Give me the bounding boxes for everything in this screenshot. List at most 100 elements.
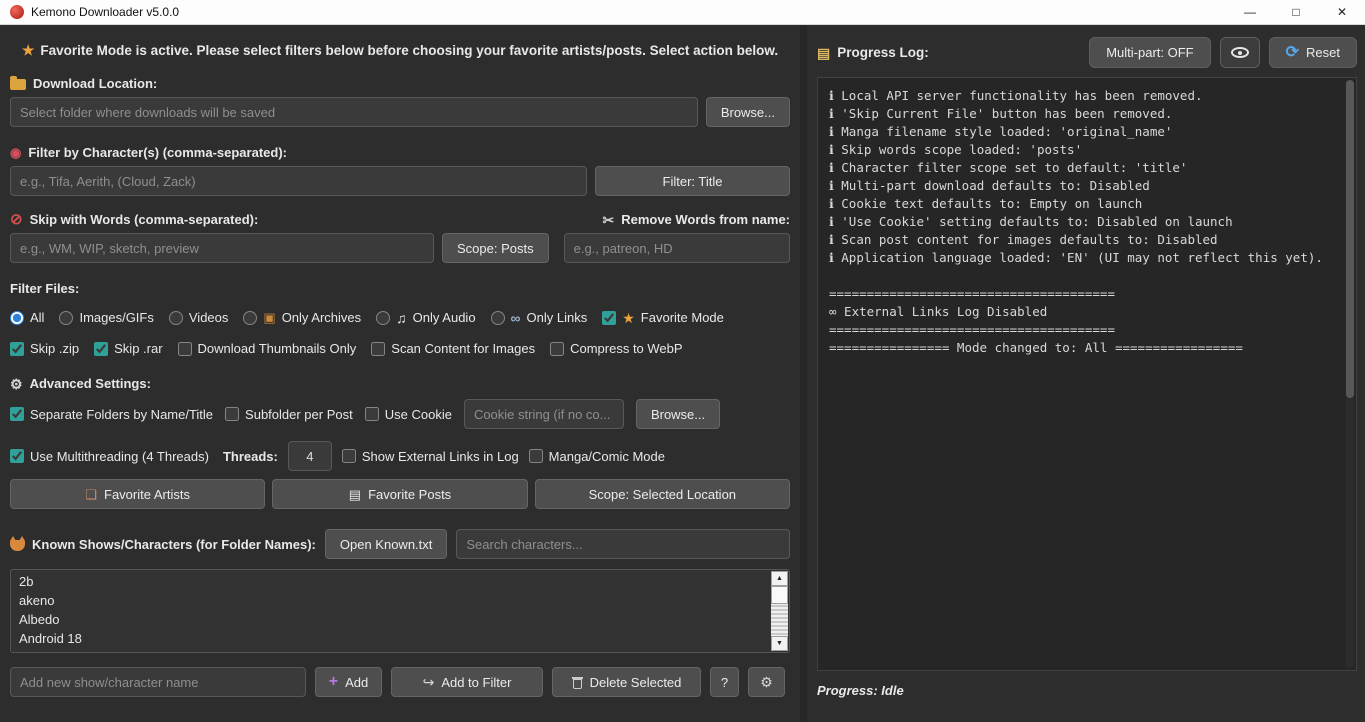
manga-mode-checkbox[interactable]: Manga/Comic Mode: [529, 449, 665, 464]
character-filter-label: ◉ Filter by Character(s) (comma-separate…: [10, 145, 790, 160]
favorite-posts-button[interactable]: ▤ Favorite Posts: [272, 479, 527, 509]
radio-images-gifs[interactable]: Images/GIFs: [59, 310, 153, 325]
download-location-input[interactable]: [10, 97, 698, 127]
subfolder-per-post-checkbox[interactable]: Subfolder per Post: [225, 407, 353, 422]
maximize-button[interactable]: □: [1273, 0, 1319, 24]
list-item[interactable]: 2b: [11, 572, 789, 591]
document-icon: ▤: [349, 488, 361, 501]
favorite-mode-checkbox-input[interactable]: [602, 311, 616, 325]
compress-webp-input[interactable]: [550, 342, 564, 356]
scan-content-input[interactable]: [371, 342, 385, 356]
radio-all[interactable]: All: [10, 310, 44, 325]
advanced-row-1: Separate Folders by Name/Title Subfolder…: [10, 399, 790, 429]
skip-rar-input[interactable]: [94, 342, 108, 356]
skip-zip-input[interactable]: [10, 342, 24, 356]
settings-button[interactable]: ⚙: [748, 667, 785, 697]
scroll-up-button[interactable]: ▲: [771, 571, 788, 586]
fox-icon: [10, 540, 25, 551]
list-item[interactable]: akeno: [11, 591, 789, 610]
eye-toggle-button[interactable]: [1220, 37, 1260, 68]
help-button[interactable]: ?: [710, 667, 739, 697]
character-filter-input[interactable]: [10, 166, 587, 196]
minimize-button[interactable]: —: [1227, 0, 1273, 24]
scroll-down-button[interactable]: ▼: [771, 636, 788, 651]
scope-selected-location-button[interactable]: Scope: Selected Location: [535, 479, 790, 509]
show-external-links-input[interactable]: [342, 449, 356, 463]
trash-icon: [572, 676, 583, 689]
remove-words-label: ✂ Remove Words from name:: [602, 212, 790, 227]
skip-scope-button[interactable]: Scope: Posts: [442, 233, 549, 263]
radio-videos-input[interactable]: [169, 311, 183, 325]
list-scrollbar[interactable]: ▲ ▼: [771, 571, 788, 651]
list-item[interactable]: Android 21: [11, 648, 789, 653]
radio-videos[interactable]: Videos: [169, 310, 229, 325]
remove-words-input[interactable]: [564, 233, 790, 263]
log-line: ======================================: [829, 322, 1334, 340]
manga-mode-input[interactable]: [529, 449, 543, 463]
download-location-label: Download Location:: [10, 76, 790, 91]
add-to-filter-button[interactable]: ↪ Add to Filter: [391, 667, 543, 697]
download-browse-button[interactable]: Browse...: [706, 97, 790, 127]
multithreading-input[interactable]: [10, 449, 24, 463]
log-scrollbar-thumb[interactable]: [1346, 80, 1354, 398]
subfolder-per-post-input[interactable]: [225, 407, 239, 421]
banner-text: Favorite Mode is active. Please select f…: [40, 43, 778, 58]
log-line: ℹ Cookie text defaults to: Empty on laun…: [829, 196, 1334, 214]
log-line: ℹ Manga filename style loaded: 'original…: [829, 124, 1334, 142]
use-cookie-input[interactable]: [365, 407, 379, 421]
radio-audio-input[interactable]: [376, 311, 390, 325]
delete-selected-button[interactable]: Delete Selected: [552, 667, 701, 697]
compress-webp-checkbox[interactable]: Compress to WebP: [550, 341, 682, 356]
close-button[interactable]: ✕: [1319, 0, 1365, 24]
panel-splitter[interactable]: [800, 25, 807, 722]
separate-folders-input[interactable]: [10, 407, 24, 421]
action-buttons-row: ❏ Favorite Artists ▤ Favorite Posts Scop…: [10, 479, 790, 509]
skip-words-input[interactable]: [10, 233, 434, 263]
radio-only-links[interactable]: ∞ Only Links: [491, 310, 588, 325]
known-characters-list: 2b akeno Albedo Android 18 Android 21 ▲ …: [10, 569, 790, 653]
skip-zip-checkbox[interactable]: Skip .zip: [10, 341, 79, 356]
no-entry-icon: ⊘: [10, 212, 23, 227]
radio-all-input[interactable]: [10, 311, 24, 325]
progress-log-title: ▤ Progress Log:: [817, 45, 929, 60]
multithreading-checkbox[interactable]: Use Multithreading (4 Threads): [10, 449, 209, 464]
threads-count-input[interactable]: [288, 441, 332, 471]
log-line: [829, 268, 1334, 286]
known-shows-row: Known Shows/Characters (for Folder Names…: [10, 529, 790, 559]
reset-button[interactable]: ⟳ Reset: [1269, 37, 1357, 68]
list-item[interactable]: Android 18: [11, 629, 789, 648]
log-scrollbar[interactable]: [1346, 80, 1354, 668]
favorite-mode-checkbox[interactable]: ★ Favorite Mode: [602, 310, 724, 325]
cookie-browse-button[interactable]: Browse...: [636, 399, 720, 429]
multipart-toggle-button[interactable]: Multi-part: OFF: [1089, 37, 1210, 68]
log-line: ℹ Skip words scope loaded: 'posts': [829, 142, 1334, 160]
scan-content-checkbox[interactable]: Scan Content for Images: [371, 341, 535, 356]
use-cookie-checkbox[interactable]: Use Cookie: [365, 407, 452, 422]
radio-links-input[interactable]: [491, 311, 505, 325]
scrollbar-thumb[interactable]: [771, 586, 788, 604]
radio-only-audio[interactable]: ♫ Only Audio: [376, 310, 475, 325]
radio-images-input[interactable]: [59, 311, 73, 325]
separate-folders-checkbox[interactable]: Separate Folders by Name/Title: [10, 407, 213, 422]
cookie-string-input[interactable]: [464, 399, 624, 429]
skip-rar-checkbox[interactable]: Skip .rar: [94, 341, 162, 356]
show-external-links-checkbox[interactable]: Show External Links in Log: [342, 449, 519, 464]
thumbnails-only-checkbox[interactable]: Download Thumbnails Only: [178, 341, 357, 356]
radio-only-archives[interactable]: ▣ Only Archives: [243, 310, 361, 325]
log-line: ℹ 'Use Cookie' setting defaults to: Disa…: [829, 214, 1334, 232]
character-filter-scope-button[interactable]: Filter: Title: [595, 166, 790, 196]
list-item[interactable]: Albedo: [11, 610, 789, 629]
add-character-button[interactable]: + Add: [315, 667, 382, 697]
file-options-row: Skip .zip Skip .rar Download Thumbnails …: [10, 341, 790, 356]
thumbnails-only-input[interactable]: [178, 342, 192, 356]
character-add-row: + Add ↪ Add to Filter Delete Selected ? …: [10, 667, 790, 697]
eye-icon: [1231, 47, 1249, 58]
radio-archives-input[interactable]: [243, 311, 257, 325]
star-icon: ★: [622, 311, 635, 325]
character-search-input[interactable]: [456, 529, 790, 559]
picture-icon: ❏: [85, 488, 97, 501]
new-character-input[interactable]: [10, 667, 306, 697]
open-known-txt-button[interactable]: Open Known.txt: [325, 529, 448, 559]
clipboard-icon: ▤: [817, 46, 830, 60]
favorite-artists-button[interactable]: ❏ Favorite Artists: [10, 479, 265, 509]
